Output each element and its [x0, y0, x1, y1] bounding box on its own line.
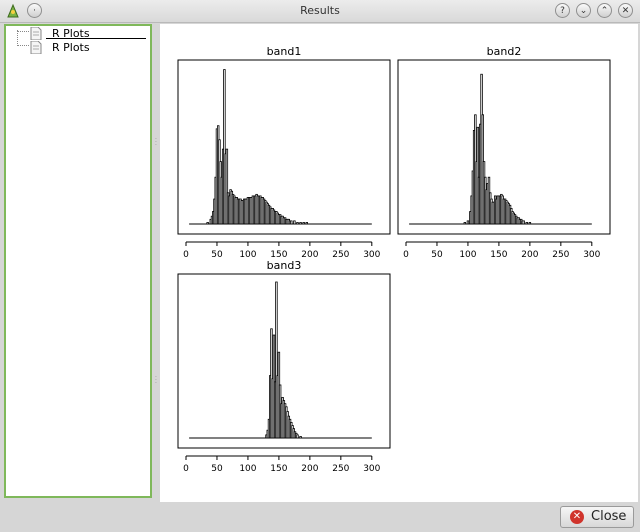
x-tick-label: 150 — [270, 464, 287, 474]
plot-title: band2 — [487, 45, 522, 58]
histogram-bar — [290, 220, 293, 225]
plot-title: band3 — [267, 259, 302, 272]
histogram-bar — [525, 222, 528, 225]
x-tick-label: 300 — [363, 464, 380, 474]
x-tick-label: 100 — [239, 250, 256, 260]
close-button[interactable]: ✕ Close — [560, 506, 634, 528]
x-tick-label: 0 — [403, 250, 409, 260]
plot-title: band1 — [267, 45, 302, 58]
x-tick-label: 250 — [552, 250, 569, 260]
x-tick-label: 100 — [239, 464, 256, 474]
x-tick-label: 100 — [459, 250, 476, 260]
maximize-button[interactable]: ⌃ — [597, 3, 612, 18]
x-tick-label: 200 — [301, 464, 318, 474]
tree-connector — [17, 31, 29, 32]
histogram-bar — [305, 222, 308, 225]
x-tick-label: 50 — [211, 464, 223, 474]
splitter-handle[interactable]: · · · — [155, 137, 157, 149]
title-bar: · Results ? ⌄ ⌃ ✕ — [0, 0, 640, 23]
x-tick-label: 200 — [301, 250, 318, 260]
plot-canvas-panel: band1 0 50 100 150 200 250 300 band2 0 50 100 150 200… — [160, 24, 638, 502]
tree-connector — [17, 45, 29, 46]
splitter-handle[interactable]: · · · — [155, 375, 157, 387]
x-tick-label: 300 — [363, 250, 380, 260]
plot-frame — [177, 59, 391, 235]
x-tick-label: 250 — [332, 464, 349, 474]
histogram-bar — [296, 222, 299, 225]
tree-connector — [17, 30, 18, 46]
histogram-bar — [302, 222, 305, 225]
x-tick-label: 200 — [521, 250, 538, 260]
x-tick-label: 150 — [490, 250, 507, 260]
x-tick-label: 250 — [332, 250, 349, 260]
tree-item-label: R Plots — [52, 41, 90, 54]
histogram-bar — [463, 222, 467, 225]
button-bar — [0, 502, 640, 532]
histogram-bar — [299, 436, 302, 439]
histogram-bar — [206, 222, 209, 225]
document-icon — [30, 27, 42, 40]
histogram-bar — [528, 222, 532, 225]
x-tick-label: 50 — [431, 250, 443, 260]
histogram-plots: band1 0 50 100 150 200 250 300 band2 0 50 100 150 200… — [177, 45, 611, 474]
histogram-bar — [522, 220, 525, 225]
x-tick-label: 300 — [583, 250, 600, 260]
histogram-bar — [466, 220, 470, 225]
results-tree-panel[interactable]: R Plots R Plots — [4, 24, 152, 498]
close-window-button[interactable]: ✕ — [618, 3, 633, 18]
histogram-bar — [293, 220, 296, 225]
help-button[interactable]: ? — [555, 3, 570, 18]
histogram-bar — [296, 434, 299, 439]
tree-selection-underline — [46, 38, 146, 39]
x-tick-label: 0 — [183, 464, 189, 474]
document-icon — [30, 41, 42, 54]
x-tick-label: 0 — [183, 250, 189, 260]
window-title: Results — [300, 4, 340, 17]
close-button-label: Close — [591, 509, 627, 524]
histogram-bar — [299, 222, 302, 225]
x-tick-label: 50 — [211, 250, 223, 260]
close-icon: ✕ — [570, 510, 584, 524]
minimize-button[interactable]: ⌄ — [576, 3, 591, 18]
